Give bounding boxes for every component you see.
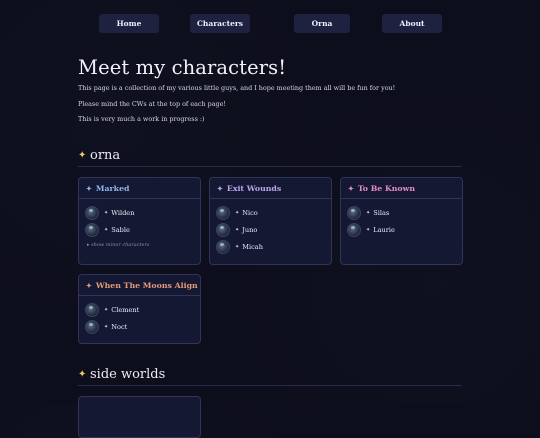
bullet-star-icon: ✦ (104, 307, 109, 313)
section-divider (78, 166, 462, 167)
nav-home-button[interactable]: Home (99, 14, 159, 33)
main-content: Meet my characters! This page is a colle… (78, 56, 463, 438)
character-name: Nico (242, 209, 258, 217)
character-link[interactable]: ✦ Noct (85, 320, 127, 334)
card-title: When The Moons Align (95, 280, 198, 290)
sparkle-icon: ✦ (348, 183, 354, 193)
card-header[interactable]: ✦ When The Moons Align (79, 275, 200, 296)
nav-orna-button[interactable]: Orna (294, 14, 350, 33)
bullet-star-icon: ✦ (235, 227, 240, 233)
card-exit-wounds: ✦ Exit Wounds ✦ Nico ✦ Juno ✦ Micah (209, 177, 332, 265)
card-to-be-known: ✦ To Be Known ✦ Silas ✦ Laurie (340, 177, 463, 265)
bullet-star-icon: ✦ (366, 210, 371, 216)
character-avatar-icon (85, 223, 99, 237)
card-partial (78, 396, 201, 438)
card-marked: ✦ Marked ✦ Wilden ✦ Sable ▸ show minor c… (78, 177, 201, 265)
character-avatar-icon (347, 206, 361, 220)
character-avatar-icon (216, 223, 230, 237)
card-header[interactable]: ✦ Exit Wounds (210, 178, 331, 199)
section-title: side worlds (90, 366, 166, 382)
character-link[interactable]: ✦ Nico (216, 206, 258, 220)
card-header[interactable]: ✦ To Be Known (341, 178, 462, 199)
character-link[interactable]: ✦ Laurie (347, 223, 395, 237)
character-link[interactable]: ✦ Wilden (85, 206, 134, 220)
sparkle-icon: ✦ (86, 183, 92, 193)
character-avatar-icon (85, 320, 99, 334)
bullet-star-icon: ✦ (104, 210, 109, 216)
character-link[interactable]: ✦ Micah (216, 240, 263, 254)
character-avatar-icon (85, 206, 99, 220)
bullet-star-icon: ✦ (235, 244, 240, 250)
section-orna: ✦ orna (78, 146, 462, 164)
cw-note: Please mind the CWs at the top of each p… (78, 100, 226, 108)
bullet-star-icon: ✦ (366, 227, 371, 233)
character-name: Sable (111, 226, 130, 234)
sparkle-icon: ✦ (217, 183, 223, 193)
section-side-worlds: ✦ side worlds (78, 365, 462, 383)
character-link[interactable]: ✦ Sable (85, 223, 130, 237)
character-avatar-icon (216, 240, 230, 254)
sparkle-icon: ✦ (78, 368, 87, 380)
character-link[interactable]: ✦ Juno (216, 223, 257, 237)
section-divider (78, 385, 462, 386)
bullet-star-icon: ✦ (235, 210, 240, 216)
character-link[interactable]: ✦ Clement (85, 303, 139, 317)
character-name: Juno (242, 226, 258, 234)
section-title: orna (90, 147, 121, 163)
card-title: Exit Wounds (226, 183, 282, 193)
character-avatar-icon (85, 303, 99, 317)
character-name: Clement (111, 306, 140, 314)
character-name: Laurie (373, 226, 395, 234)
character-name: Micah (242, 243, 263, 251)
page-title: Meet my characters! (78, 56, 287, 79)
card-when-the-moons-align: ✦ When The Moons Align ✦ Clement ✦ Noct (78, 274, 201, 344)
sparkle-icon: ✦ (86, 280, 92, 290)
character-name: Silas (373, 209, 390, 217)
card-header[interactable]: ✦ Marked (79, 178, 200, 199)
nav-about-button[interactable]: About (382, 14, 442, 33)
nav-characters-button[interactable]: Characters (190, 14, 250, 33)
wip-note: This is very much a work in progress :) (78, 115, 205, 123)
card-title: To Be Known (357, 183, 415, 193)
character-name: Noct (111, 323, 128, 331)
character-name: Wilden (111, 209, 135, 217)
sparkle-icon: ✦ (78, 149, 87, 161)
bullet-star-icon: ✦ (104, 227, 109, 233)
character-link[interactable]: ✦ Silas (347, 206, 389, 220)
toggle-label: show minor characters (91, 242, 150, 248)
top-nav: Home Characters Orna About (0, 14, 540, 33)
character-avatar-icon (216, 206, 230, 220)
card-title: Marked (95, 183, 130, 193)
intro-paragraph: This page is a collection of my various … (78, 84, 396, 92)
character-avatar-icon (347, 223, 361, 237)
bullet-star-icon: ✦ (104, 324, 109, 330)
show-minor-toggle[interactable]: ▸ show minor characters (87, 242, 149, 248)
